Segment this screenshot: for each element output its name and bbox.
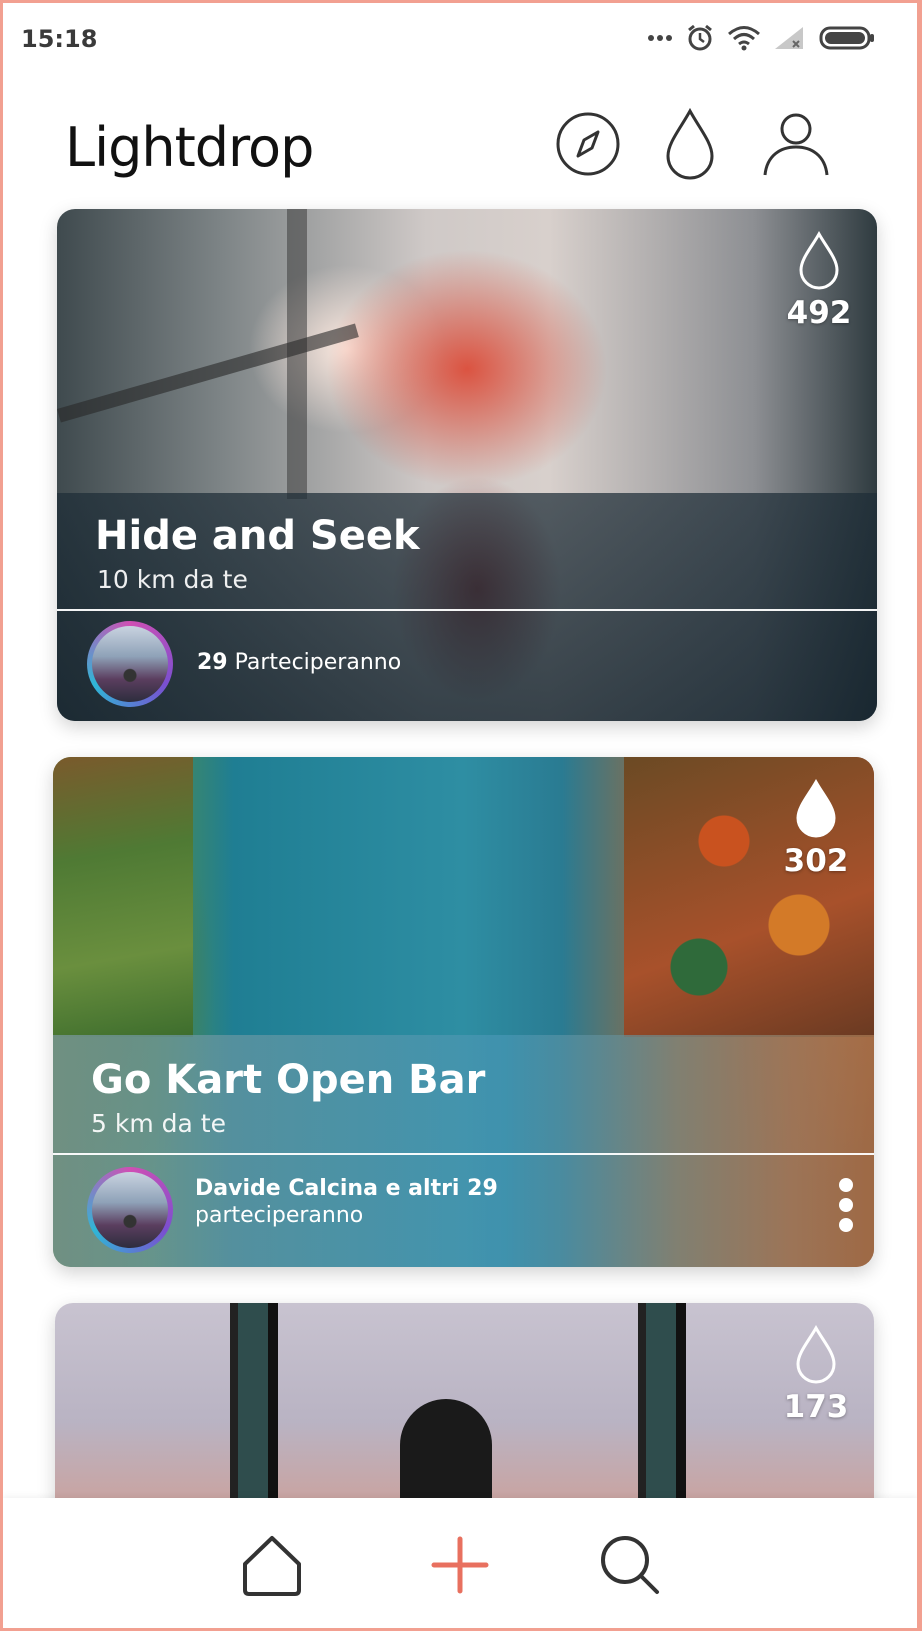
participants-label: parteciperanno xyxy=(195,1203,364,1228)
compass-icon xyxy=(556,112,620,176)
drop-badge[interactable]: 173 xyxy=(776,1325,856,1425)
app-title: Lightdrop xyxy=(65,116,314,179)
signal-icon xyxy=(775,27,803,49)
more-options-button[interactable] xyxy=(836,1175,856,1235)
nav-search[interactable] xyxy=(585,1520,675,1610)
phone-screen: 15:18 Lightdrop 492 Hide and Seek 10 km … xyxy=(3,3,917,1628)
event-info-panel: Hide and Seek 10 km da te 29 Partecipera… xyxy=(57,493,877,721)
nav-add[interactable] xyxy=(415,1520,505,1610)
drop-count: 173 xyxy=(783,1389,849,1425)
event-card[interactable]: 302 Go Kart Open Bar 5 km da te Davide C… xyxy=(53,757,874,1267)
profile-icon xyxy=(763,113,829,176)
explore-button[interactable] xyxy=(551,104,625,184)
card-divider xyxy=(53,1153,874,1155)
drop-outline-icon xyxy=(796,1325,836,1384)
event-title: Hide and Seek xyxy=(95,513,420,559)
drop-filled-icon xyxy=(796,779,836,838)
more-vertical-icon xyxy=(839,1178,853,1232)
drop-badge[interactable]: 302 xyxy=(776,779,856,879)
nav-home[interactable] xyxy=(227,1520,317,1610)
card-divider xyxy=(57,609,877,611)
wifi-icon xyxy=(728,26,760,51)
bottom-nav xyxy=(3,1498,917,1628)
drop-count: 302 xyxy=(783,843,849,879)
drop-badge[interactable]: 492 xyxy=(779,231,859,331)
add-icon xyxy=(431,1536,489,1594)
shore-left xyxy=(53,757,193,1037)
app-header: Lightdrop xyxy=(3,98,917,198)
search-icon xyxy=(601,1536,659,1594)
event-title: Go Kart Open Bar xyxy=(91,1057,486,1103)
home-icon xyxy=(243,1536,301,1596)
event-card[interactable]: 492 Hide and Seek 10 km da te 29 Parteci… xyxy=(57,209,877,721)
participant-avatar[interactable] xyxy=(87,621,173,707)
alarm-icon xyxy=(688,24,712,51)
participants-label: Parteciperanno xyxy=(234,650,402,675)
participant-avatar[interactable] xyxy=(87,1167,173,1253)
drop-icon xyxy=(666,107,714,180)
drop-outline-icon xyxy=(799,231,839,290)
drops-button[interactable] xyxy=(653,104,727,184)
profile-button[interactable] xyxy=(759,104,833,184)
status-icons xyxy=(647,21,877,55)
status-time: 15:18 xyxy=(21,25,98,53)
participants-text: 29 Parteciperanno xyxy=(197,650,401,675)
drop-count: 492 xyxy=(786,295,852,331)
battery-icon xyxy=(819,26,874,50)
stair-bar xyxy=(57,323,359,423)
event-info-panel: Go Kart Open Bar 5 km da te Davide Calci… xyxy=(53,1035,874,1267)
participants-count: 29 xyxy=(197,650,228,675)
event-distance: 10 km da te xyxy=(97,565,248,594)
status-bar: 15:18 xyxy=(3,3,917,73)
event-distance: 5 km da te xyxy=(91,1109,226,1138)
more-dots-icon xyxy=(648,35,672,41)
participants-name: Davide Calcina e altri 29 xyxy=(195,1176,498,1201)
